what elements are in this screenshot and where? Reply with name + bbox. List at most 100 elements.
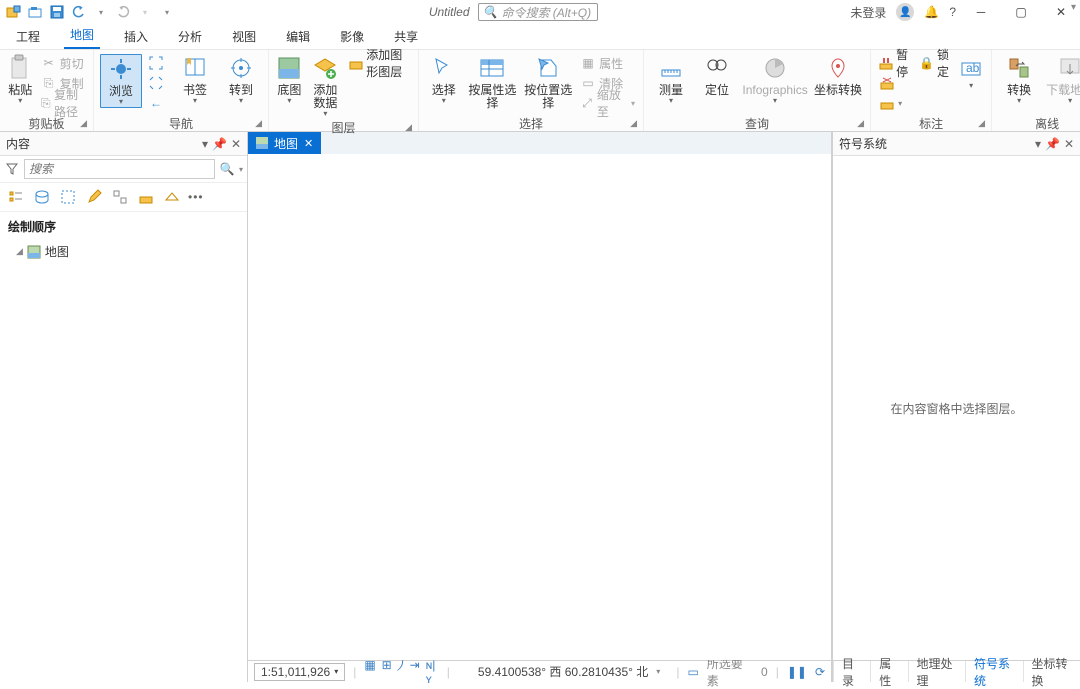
paste-button[interactable]: 粘贴 ▾ bbox=[6, 54, 35, 106]
group-offline-label: 离线 bbox=[1035, 115, 1059, 132]
panel-menu-icon[interactable]: ▾ bbox=[202, 137, 208, 151]
pause-drawing-icon[interactable]: ❚❚ bbox=[787, 665, 807, 679]
close-panel-icon[interactable]: ✕ bbox=[231, 137, 241, 151]
contents-search-input[interactable] bbox=[24, 159, 215, 179]
notification-icon[interactable]: 🔔 bbox=[924, 5, 939, 19]
select-by-loc-button[interactable]: 按位置选择 bbox=[522, 54, 574, 110]
map-view-tab[interactable]: 地图 ✕ bbox=[248, 132, 321, 154]
pin-icon[interactable]: 📌 bbox=[1045, 137, 1060, 151]
toc-more-icon[interactable]: ••• bbox=[188, 190, 204, 204]
tab-project[interactable]: 工程 bbox=[10, 24, 46, 49]
sb-snap-icon[interactable]: ⵰ bbox=[398, 658, 404, 686]
side-tab-coord[interactable]: 坐标转换 bbox=[1023, 661, 1080, 682]
dialog-launcher-icon[interactable]: ◢ bbox=[80, 118, 87, 129]
sb-correction-icon[interactable]: ɴ|ʏ bbox=[426, 658, 439, 686]
tab-analysis[interactable]: 分析 bbox=[172, 24, 208, 49]
save-icon[interactable] bbox=[48, 3, 66, 21]
dialog-launcher-icon[interactable]: ◢ bbox=[978, 118, 985, 129]
close-panel-icon[interactable]: ✕ bbox=[1064, 137, 1074, 151]
tab-insert[interactable]: 插入 bbox=[118, 24, 154, 49]
dialog-launcher-icon[interactable]: ◢ bbox=[630, 118, 637, 129]
dialog-launcher-icon[interactable]: ◢ bbox=[857, 118, 864, 129]
redo-dropdown-icon[interactable]: ▾ bbox=[136, 3, 154, 21]
search-dropdown-icon[interactable]: ▾ bbox=[239, 165, 243, 174]
new-project-icon[interactable] bbox=[4, 3, 22, 21]
side-tab-symbology[interactable]: 符号系统 bbox=[965, 661, 1023, 682]
pause-icon bbox=[879, 55, 893, 71]
undo-dropdown-icon[interactable]: ▾ bbox=[92, 3, 110, 21]
fixed-zoom-in-button[interactable] bbox=[146, 74, 170, 92]
zoom-selection-button[interactable]: ⤢缩放至▾ bbox=[578, 94, 637, 112]
tab-map[interactable]: 地图 bbox=[64, 22, 100, 49]
coord-convert-button[interactable]: 坐标转换 bbox=[812, 54, 864, 97]
infographics-button[interactable]: Infographics ▾ bbox=[742, 54, 808, 106]
expand-icon[interactable]: ◢ bbox=[16, 246, 23, 257]
list-labeling-button[interactable] bbox=[136, 187, 156, 207]
add-data-button[interactable]: 添加数据 ▾ bbox=[308, 54, 344, 119]
measure-button[interactable]: 测量 ▾ bbox=[650, 54, 692, 106]
tab-edit[interactable]: 编辑 bbox=[280, 24, 316, 49]
minimize-icon[interactable]: ─ bbox=[966, 2, 996, 22]
copy-path-button[interactable]: ⎘复制路径 bbox=[39, 94, 87, 112]
redo-icon[interactable] bbox=[114, 3, 132, 21]
attributes-button[interactable]: ▦属性 bbox=[578, 54, 637, 72]
list-draw-order-button[interactable] bbox=[6, 187, 26, 207]
user-icon[interactable]: 👤 bbox=[896, 3, 914, 21]
list-selection-button[interactable] bbox=[58, 187, 78, 207]
pause-labeling-button[interactable]: 暂停 bbox=[877, 54, 913, 72]
select-by-attr-button[interactable]: 按属性选择 bbox=[467, 54, 519, 110]
goto-button[interactable]: 转到 ▾ bbox=[220, 54, 262, 106]
toc-item-map[interactable]: ◢ 地图 bbox=[0, 241, 247, 262]
list-editing-button[interactable] bbox=[84, 187, 104, 207]
lock-labeling-button[interactable]: 🔒锁定 bbox=[917, 54, 953, 72]
open-project-icon[interactable] bbox=[26, 3, 44, 21]
side-tab-attributes[interactable]: 属性 bbox=[870, 661, 907, 682]
search-icon[interactable]: 🔍 bbox=[219, 161, 235, 177]
sb-dynamic-icon[interactable]: ⇥ bbox=[410, 658, 420, 686]
pin-icon[interactable]: 📌 bbox=[212, 137, 227, 151]
unplaced-icon bbox=[879, 75, 895, 91]
list-data-source-button[interactable] bbox=[32, 187, 52, 207]
select-by-loc-label: 按位置选择 bbox=[522, 84, 574, 110]
scale-selector[interactable]: 1:51,011,926 ▾ bbox=[254, 663, 345, 681]
basemap-button[interactable]: 底图 ▾ bbox=[275, 54, 304, 106]
sb-grid-icon[interactable]: ▦ bbox=[364, 658, 375, 686]
undo-icon[interactable] bbox=[70, 3, 88, 21]
locate-button[interactable]: 定位 bbox=[696, 54, 738, 97]
login-status[interactable]: 未登录 bbox=[850, 4, 886, 21]
add-graphics-button[interactable]: 添加图形图层 bbox=[347, 54, 412, 72]
select-button[interactable]: 选择 ▾ bbox=[425, 54, 463, 106]
tab-view[interactable]: 视图 bbox=[226, 24, 262, 49]
bookmarks-button[interactable]: 书签 ▾ bbox=[174, 54, 216, 106]
close-tab-icon[interactable]: ✕ bbox=[304, 137, 313, 150]
view-unplaced-button[interactable] bbox=[877, 74, 913, 92]
explore-button[interactable]: 浏览 ▾ bbox=[100, 54, 142, 108]
panel-menu-icon[interactable]: ▾ bbox=[1035, 137, 1041, 151]
cut-button[interactable]: ✂剪切 bbox=[39, 54, 87, 72]
sb-snapgrid-icon[interactable]: ⊞ bbox=[382, 658, 392, 686]
more-label-button[interactable]: ▾ bbox=[877, 94, 913, 112]
dialog-launcher-icon[interactable]: ◢ bbox=[255, 118, 262, 129]
tab-imagery[interactable]: 影像 bbox=[334, 24, 370, 49]
filter-icon[interactable] bbox=[4, 161, 20, 177]
annotation-more-button[interactable]: ab ▾ bbox=[957, 54, 985, 91]
download-map-button[interactable]: 下载地图 ▾ bbox=[1044, 54, 1080, 106]
map-canvas[interactable] bbox=[248, 154, 831, 660]
list-perspective-button[interactable] bbox=[162, 187, 182, 207]
side-tab-catalog[interactable]: 目录 bbox=[833, 661, 870, 682]
goto-icon bbox=[227, 54, 255, 82]
help-icon[interactable]: ? bbox=[949, 5, 956, 19]
side-tab-geoprocessing[interactable]: 地理处理 bbox=[908, 661, 966, 682]
dialog-launcher-icon[interactable]: ◢ bbox=[405, 122, 412, 133]
view-menu-icon[interactable]: ▾ bbox=[1071, 2, 1076, 13]
list-snapping-button[interactable] bbox=[110, 187, 130, 207]
full-extent-button[interactable] bbox=[146, 54, 170, 72]
coord-dropdown-icon[interactable]: ▾ bbox=[656, 667, 660, 676]
qat-customize-icon[interactable]: ▾ bbox=[158, 3, 176, 21]
refresh-icon[interactable]: ⟳ bbox=[815, 665, 825, 679]
maximize-icon[interactable]: ▢ bbox=[1006, 2, 1036, 22]
convert-button[interactable]: 转换 ▾ bbox=[998, 54, 1040, 106]
prev-extent-button[interactable]: ← bbox=[146, 94, 170, 112]
command-search[interactable]: 🔍 命令搜索 (Alt+Q) bbox=[478, 3, 598, 21]
selected-features-icon[interactable]: ▭ bbox=[687, 665, 698, 679]
